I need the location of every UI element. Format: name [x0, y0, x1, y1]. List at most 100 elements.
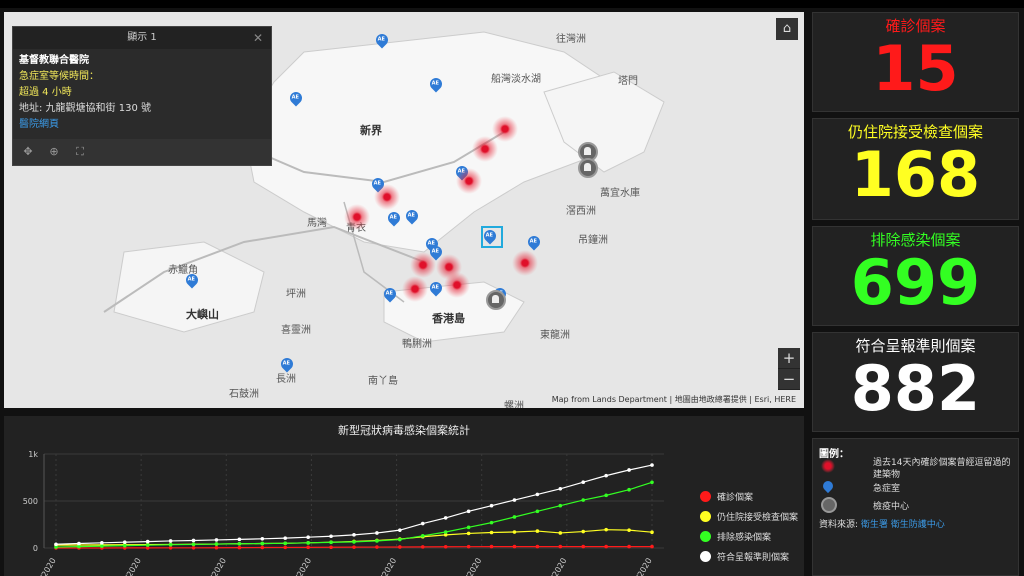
x-tick-label: 02/2020 [629, 557, 653, 576]
home-button[interactable]: ⌂ [776, 18, 798, 40]
case-building-marker-icon[interactable] [472, 136, 498, 162]
data-point [283, 545, 288, 550]
zoom-out-button[interactable]: − [778, 369, 800, 390]
data-point [260, 536, 265, 541]
data-point [237, 545, 242, 550]
stat-card-hospitalised: 仍住院接受檢查個案 168 [812, 118, 1019, 220]
ae-marker-label: AE [407, 212, 415, 219]
data-point [512, 515, 517, 519]
data-point [466, 531, 471, 536]
data-point [283, 536, 288, 540]
ae-marker-label: AE [431, 80, 439, 87]
case-building-marker-icon[interactable] [444, 272, 470, 298]
legend-series-excluded[interactable]: 排除感染個案 [700, 530, 771, 543]
data-point [443, 516, 448, 520]
quarantine-centre-icon[interactable] [486, 290, 506, 310]
source-links[interactable]: 衛生署 衛生防護中心 [861, 520, 945, 530]
place-label: 東龍洲 [540, 330, 570, 341]
stat-card-value: 168 [850, 138, 981, 211]
case-statistics-chart: 新型冠狀病毒感染個案統計 0 500 1k 01/2020 01/2020 01/2020… [4, 416, 804, 576]
data-point [77, 544, 81, 549]
zoom-in-button[interactable]: + [778, 348, 800, 369]
series-name: 確診個案 [717, 493, 754, 503]
y-tick-label: 500 [23, 497, 38, 506]
case-building-marker-icon[interactable] [402, 276, 428, 302]
series-name: 符合呈報準則個案 [717, 553, 790, 563]
popup-hospital-link[interactable]: 醫院網頁 [19, 117, 265, 133]
data-point [122, 540, 127, 544]
fullscreen-icon[interactable]: ⛶ [69, 139, 91, 165]
data-point [375, 545, 379, 549]
data-point [352, 540, 356, 544]
data-point [627, 544, 631, 549]
legend-panel: 圖例： 過去14天內確診個案曾經逗留過的建築物 急症室 檢疫中心 資料來源: 衛… [812, 438, 1019, 576]
legend-series-hospitalised[interactable]: 仍住院接受檢查個案 [700, 510, 798, 523]
place-label: 馬灣 [307, 218, 327, 229]
data-point [122, 543, 127, 548]
popup-wait-label: 急症室等候時間： [19, 71, 99, 82]
data-point [420, 533, 425, 538]
stat-card-confirmed: 確診個案 15 [812, 12, 1019, 112]
ae-marker-label: AE [187, 276, 195, 283]
case-building-marker-icon[interactable] [512, 250, 538, 276]
data-point [650, 463, 654, 467]
data-point [306, 541, 310, 545]
data-point [581, 529, 586, 534]
place-label: 塔門 [618, 76, 638, 87]
data-point [168, 539, 173, 543]
legend-title: 圖例： [819, 449, 849, 460]
pan-icon[interactable]: ✥ [17, 139, 39, 165]
data-point [604, 473, 608, 478]
data-point [306, 535, 310, 539]
series-line [55, 481, 653, 548]
data-point [627, 528, 631, 532]
quarantine-centre-icon[interactable] [578, 158, 598, 178]
ae-marker-label: AE [431, 284, 439, 291]
data-point [581, 544, 586, 549]
legend-item-quarantine: 檢疫中心 [873, 502, 910, 512]
case-building-marker-icon[interactable] [456, 168, 482, 194]
case-building-marker-icon[interactable] [344, 204, 370, 230]
zoom-to-icon[interactable]: ⊕ [43, 139, 65, 165]
data-point [443, 544, 448, 549]
ae-marker-label: AE [282, 360, 290, 367]
place-label: 大嶼山 [186, 308, 219, 321]
data-point [214, 542, 219, 546]
place-label: 螺洲 [504, 401, 524, 408]
popup-wait-value: 超過 4 小時 [19, 87, 72, 98]
data-point [558, 531, 563, 535]
case-building-marker-icon[interactable] [410, 252, 436, 278]
x-tick-label: 01/2020 [374, 557, 398, 576]
data-point [329, 545, 333, 550]
case-building-marker-icon[interactable] [374, 184, 400, 210]
data-point [145, 539, 150, 544]
data-point [54, 542, 58, 547]
legend-item-building: 過去14天內確診個案曾經逗留過的建築物 [873, 458, 1011, 480]
data-point [420, 545, 425, 549]
data-point [650, 480, 654, 485]
zoom-control: + − [778, 348, 800, 390]
map-view[interactable]: 往灣洲 船灣淡水湖 塔門 新界 萬宜水庫 滘西洲 吊鐘洲 馬灣 青衣 赤鱲角 大… [4, 12, 804, 408]
home-icon: ⌂ [782, 21, 792, 36]
data-point [168, 542, 173, 547]
data-point [604, 493, 608, 498]
popup-hospital-name: 基督教聯合醫院 [19, 55, 89, 66]
data-point [489, 520, 494, 525]
data-point [650, 544, 654, 549]
data-point [512, 530, 517, 534]
place-label: 鴨脷洲 [402, 339, 432, 350]
place-label: 石鼓洲 [229, 389, 259, 400]
data-point [558, 486, 563, 491]
place-label: 香港島 [432, 312, 465, 325]
data-point [191, 546, 196, 550]
ae-marker-label: AE [385, 290, 393, 297]
place-label: 滘西洲 [566, 206, 596, 217]
case-building-marker-icon[interactable] [492, 116, 518, 142]
x-tick-label: 01/2020 [204, 557, 228, 576]
close-icon[interactable]: ✕ [253, 27, 263, 49]
data-point [466, 544, 471, 549]
ae-marker-label: AE [377, 36, 385, 43]
y-tick-label: 0 [33, 544, 38, 553]
legend-series-confirmed[interactable]: 確診個案 [700, 490, 753, 503]
legend-series-reported[interactable]: 符合呈報準則個案 [700, 550, 789, 563]
